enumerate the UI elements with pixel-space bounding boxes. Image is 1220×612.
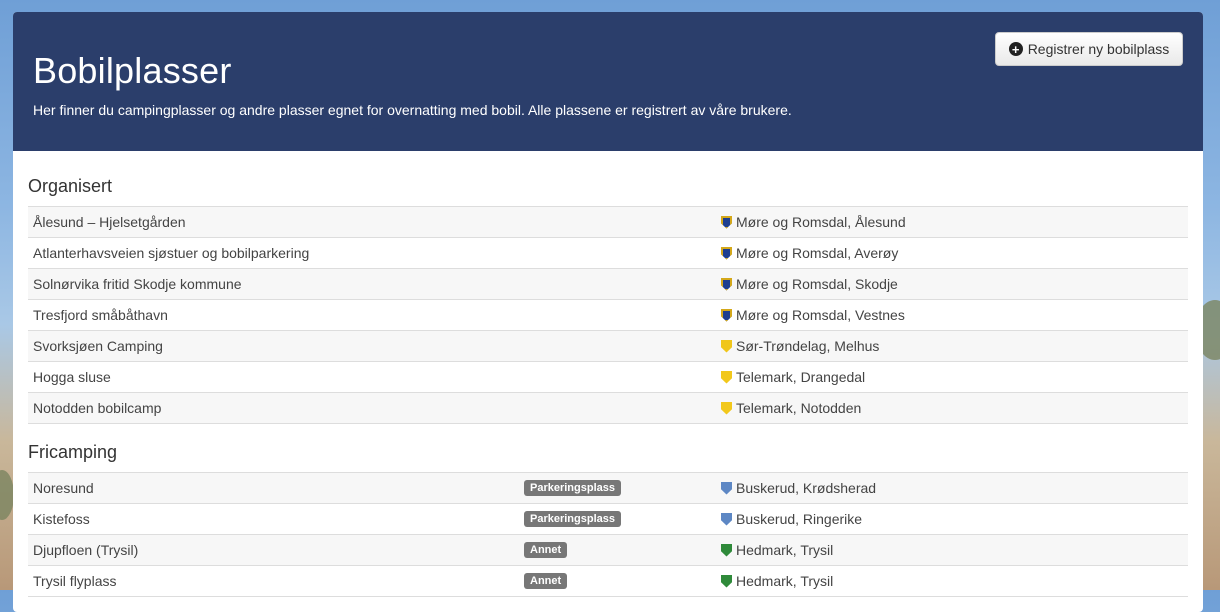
location-text: Sør-Trøndelag, Melhus <box>736 338 880 354</box>
location-text: Møre og Romsdal, Averøy <box>736 245 899 261</box>
spot-location: Telemark, Drangedal <box>721 369 865 385</box>
location-text: Hedmark, Trysil <box>736 573 834 589</box>
section-heading: Organisert <box>28 176 113 196</box>
spot-name-link[interactable]: Ålesund – Hjelsetgården <box>33 214 186 230</box>
main-panel: Bobilplasser Her finner du campingplasse… <box>13 12 1203 612</box>
spot-type-badge: Annet <box>524 542 568 558</box>
location-text: Telemark, Notodden <box>736 400 862 416</box>
page-title: Bobilplasser <box>33 50 232 91</box>
more-og-romsdal-coat-of-arms-icon <box>721 246 732 260</box>
spot-row[interactable]: Svorksjøen Camping Sør-Trøndelag, Melhus <box>28 331 1188 362</box>
spot-location: Møre og Romsdal, Vestnes <box>721 307 905 323</box>
spot-row[interactable]: Noresund Parkeringsplass Buskerud, Krøds… <box>28 473 1188 504</box>
register-button-label: Registrer ny bobilplass <box>1027 41 1170 57</box>
page-header: Bobilplasser Her finner du campingplasse… <box>13 12 1203 151</box>
location-text: Møre og Romsdal, Vestnes <box>736 307 905 323</box>
buskerud-coat-of-arms-icon <box>721 481 732 495</box>
spot-row[interactable]: Tresfjord småbåthavn Møre og Romsdal, Ve… <box>28 300 1188 331</box>
spot-location: Buskerud, Krødsherad <box>721 480 876 496</box>
spot-location: Møre og Romsdal, Skodje <box>721 276 898 292</box>
spot-name-link[interactable]: Trysil flyplass <box>33 573 117 589</box>
sor-trondelag-coat-of-arms-icon <box>721 339 732 353</box>
spot-name-link[interactable]: Noresund <box>33 480 94 496</box>
location-text: Møre og Romsdal, Ålesund <box>736 214 906 230</box>
spot-name-link[interactable]: Atlanterhavsveien sjøstuer og bobilparke… <box>33 245 309 261</box>
background-shrub <box>0 470 14 520</box>
spot-list: Ålesund – Hjelsetgården Møre og Romsdal,… <box>28 206 1188 424</box>
location-text: Hedmark, Trysil <box>736 542 834 558</box>
section-heading: Fricamping <box>28 442 118 462</box>
more-og-romsdal-coat-of-arms-icon <box>721 308 732 322</box>
page-subtitle: Her finner du campingplasser og andre pl… <box>33 102 792 118</box>
buskerud-coat-of-arms-icon <box>721 512 732 526</box>
spot-location: Møre og Romsdal, Averøy <box>721 245 898 261</box>
location-text: Buskerud, Ringerike <box>736 511 863 527</box>
spot-name-link[interactable]: Notodden bobilcamp <box>33 400 161 416</box>
hedmark-coat-of-arms-icon <box>721 543 732 557</box>
spot-row[interactable]: Ålesund – Hjelsetgården Møre og Romsdal,… <box>28 207 1188 238</box>
spot-row[interactable]: Solnørvika fritid Skodje kommune Møre og… <box>28 269 1188 300</box>
spot-type-badge: Annet <box>524 573 568 589</box>
spot-name-link[interactable]: Djupfloen (Trysil) <box>33 542 138 558</box>
spot-row[interactable]: Atlanterhavsveien sjøstuer og bobilparke… <box>28 238 1188 269</box>
spot-name-link[interactable]: Tresfjord småbåthavn <box>33 307 168 323</box>
spot-location: Buskerud, Ringerike <box>721 511 862 527</box>
location-text: Møre og Romsdal, Skodje <box>736 276 898 292</box>
spot-name-link[interactable]: Hogga sluse <box>33 369 111 385</box>
location-text: Buskerud, Krødsherad <box>736 480 877 496</box>
spot-row[interactable]: Trysil flyplass Annet Hedmark, Trysil <box>28 566 1188 597</box>
spot-row[interactable]: Djupfloen (Trysil) Annet Hedmark, Trysil <box>28 535 1188 566</box>
spot-type-badge: Parkeringsplass <box>524 480 621 496</box>
telemark-coat-of-arms-icon <box>721 401 732 415</box>
spot-location: Telemark, Notodden <box>721 400 861 416</box>
spot-name-link[interactable]: Svorksjøen Camping <box>33 338 163 354</box>
spot-location: Hedmark, Trysil <box>721 573 833 589</box>
spot-name-link[interactable]: Solnørvika fritid Skodje kommune <box>33 276 242 292</box>
location-text: Telemark, Drangedal <box>736 369 866 385</box>
section-organisert: Organisert Ålesund – Hjelsetgården Møre … <box>28 176 1188 424</box>
spot-row[interactable]: Kistefoss Parkeringsplass Buskerud, Ring… <box>28 504 1188 535</box>
hedmark-coat-of-arms-icon <box>721 574 732 588</box>
spot-location: Møre og Romsdal, Ålesund <box>721 214 906 230</box>
more-og-romsdal-coat-of-arms-icon <box>721 277 732 291</box>
spot-location: Sør-Trøndelag, Melhus <box>721 338 879 354</box>
telemark-coat-of-arms-icon <box>721 370 732 384</box>
spot-list: Noresund Parkeringsplass Buskerud, Krøds… <box>28 472 1188 597</box>
more-og-romsdal-coat-of-arms-icon <box>721 215 732 229</box>
spot-name-link[interactable]: Kistefoss <box>33 511 90 527</box>
register-new-spot-button[interactable]: + Registrer ny bobilplass <box>995 32 1183 66</box>
spot-row[interactable]: Hogga sluse Telemark, Drangedal <box>28 362 1188 393</box>
spot-type-badge: Parkeringsplass <box>524 511 621 527</box>
spot-location: Hedmark, Trysil <box>721 542 833 558</box>
plus-circle-icon: + <box>1008 42 1023 56</box>
section-fricamping: Fricamping Noresund Parkeringsplass Busk… <box>28 442 1188 597</box>
spot-row[interactable]: Notodden bobilcamp Telemark, Notodden <box>28 393 1188 424</box>
